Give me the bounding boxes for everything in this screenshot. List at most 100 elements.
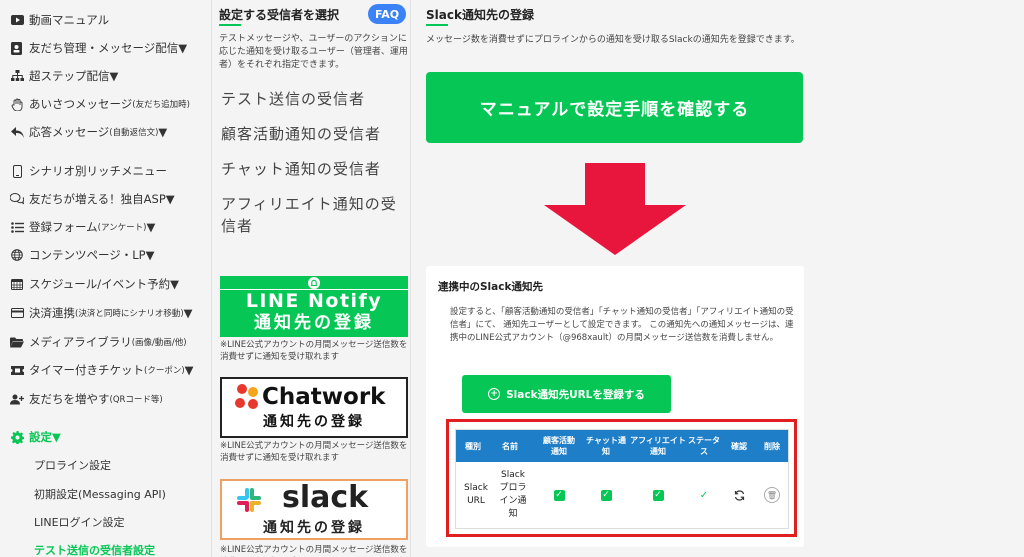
sidebar-sub-line-login[interactable]: LINEログイン設定 xyxy=(34,514,125,530)
sidebar-item-content-page[interactable]: コンテンツページ・LP▼ xyxy=(10,247,154,263)
chat-checkbox[interactable]: ✓ xyxy=(586,462,626,528)
chatwork-banner-title: Chatwork xyxy=(262,384,386,410)
checkbox-checked-icon: ✓ xyxy=(652,489,664,501)
sidebar-item-label: 友だちが増える！独自ASP▼ xyxy=(29,192,175,206)
slack-banner[interactable]: slack 通知先の登録 xyxy=(220,479,408,540)
sidebar-item-friends[interactable]: 友だち管理・メッセージ配信▼ xyxy=(10,40,187,56)
recipient-chat[interactable]: チャット通知の受信者 xyxy=(221,158,411,180)
chatwork-banner[interactable]: Chatwork 通知先の登録 xyxy=(220,377,408,438)
manual-button[interactable]: マニュアルで設定手順を確認する xyxy=(426,72,803,143)
sidebar-item-label: 超ステップ配信▼ xyxy=(29,69,119,83)
calendar-icon xyxy=(10,277,24,291)
sidebar-item-greeting[interactable]: あいさつメッセージ (友だち追加時) xyxy=(10,96,190,112)
sidebar-item-note: (自動返信文) xyxy=(109,128,159,138)
sidebar-item-label: 応答メッセージ xyxy=(29,125,110,139)
sidebar-item-auto-reply[interactable]: 応答メッセージ (自動返信文) ▼ xyxy=(10,124,167,140)
row-name: Slack プロライン通知 xyxy=(499,470,527,519)
sidebar-item-label: 決済連携 xyxy=(29,306,75,320)
sidebar-item-step[interactable]: 超ステップ配信▼ xyxy=(10,68,118,84)
slack-banner-subtitle: 通知先の登録 xyxy=(263,520,365,536)
hand-icon xyxy=(10,97,24,111)
ticket-icon xyxy=(10,363,24,377)
register-slack-url-button[interactable]: + Slack通知先URLを登録する xyxy=(462,375,671,413)
sidebar-item-asp[interactable]: 友だちが増える！独自ASP▼ xyxy=(10,191,175,207)
youtube-icon xyxy=(10,13,24,27)
recipient-customer-activity[interactable]: 顧客活動通知の受信者 xyxy=(221,123,411,145)
delete-button[interactable]: 🗑 xyxy=(756,462,788,528)
sidebar-item-note: (QRコード等) xyxy=(109,395,163,405)
line-notify-banner-subtitle: 通知先の登録 xyxy=(254,313,374,333)
sidebar-item-form[interactable]: 登録フォーム (アンケート) ▼ xyxy=(10,219,155,235)
status-ok: ✓ xyxy=(688,462,720,528)
line-notify-banner-title: LINE Notify xyxy=(245,290,383,312)
slack-logo-icon xyxy=(237,488,261,512)
confirm-button[interactable] xyxy=(722,462,756,528)
sidebar-item-settings[interactable]: 設定▼ xyxy=(10,429,61,445)
sidebar-item-label: 友だちを増やす xyxy=(29,392,110,406)
affiliate-checkbox[interactable]: ✓ xyxy=(630,462,686,528)
sidebar-item-media-library[interactable]: メディアライブラリ (画像/動画/他) xyxy=(10,334,187,350)
sidebar-item-schedule[interactable]: スケジュール/イベント予約▼ xyxy=(10,276,179,292)
customer-activity-checkbox[interactable]: ✓ xyxy=(540,462,578,528)
sidebar-item-label: 友だち管理・メッセージ配信▼ xyxy=(29,41,188,55)
page-description: メッセージ数を消費せずにプロラインからの通知を受け取るSlackの通知先を登録で… xyxy=(426,35,800,45)
card-description: 設定すると、「顧客活動通知の受信者」「チャット通知の受信者」「アフィリエイト通知… xyxy=(450,307,794,343)
col-status: ステータス xyxy=(688,436,720,456)
folder-icon xyxy=(10,335,24,349)
sitemap-icon xyxy=(10,69,24,83)
panel-title: 設定する受信者を選択 xyxy=(219,8,340,22)
sidebar-item-note: (アンケート) xyxy=(97,223,147,233)
sidebar-item-label: コンテンツページ・LP▼ xyxy=(29,248,155,262)
col-chat: チャット通知 xyxy=(586,436,626,456)
globe-icon xyxy=(10,248,24,262)
sidebar-sub-initial-settings[interactable]: 初期設定(Messaging API) xyxy=(34,486,166,502)
sidebar-item-rich-menu[interactable]: シナリオ別リッチメニュー xyxy=(10,163,167,179)
slack-registration-panel: Slack通知先の登録 メッセージ数を消費せずにプロラインからの通知を受け取るS… xyxy=(412,0,1024,557)
sidebar-item-ticket[interactable]: タイマー付きチケット (クーポン) ▼ xyxy=(10,362,194,378)
recipient-affiliate[interactable]: アフィリエイト通知の受信者 xyxy=(221,193,411,237)
col-type: 種別 xyxy=(465,441,481,451)
faq-button[interactable]: FAQ xyxy=(368,4,406,24)
title-underline xyxy=(426,24,448,26)
sidebar-item-note: (決済と同時にシナリオ移動) xyxy=(75,309,184,319)
highlight-frame: 種別 名前 顧客活動通知 チャット通知 アフィリエイト通知 ステータス 確認 削… xyxy=(446,419,797,537)
recipient-test-send[interactable]: テスト送信の受信者 xyxy=(221,88,411,110)
sidebar-item-payment[interactable]: 決済連携 (決済と同時にシナリオ移動) ▼ xyxy=(10,305,193,321)
sidebar-item-note: (クーポン) xyxy=(144,366,185,376)
slack-banner-title: slack xyxy=(282,480,369,515)
col-name: 名前 xyxy=(502,441,518,451)
sidebar-item-video-manual[interactable]: 動画マニュアル xyxy=(10,12,109,28)
sidebar-sub-proline-settings[interactable]: プロライン設定 xyxy=(34,457,111,473)
sidebar-item-label: あいさつメッセージ xyxy=(29,97,133,111)
chatwork-logo-icon xyxy=(235,384,258,409)
dropdown-marker: ▼ xyxy=(183,306,193,320)
sidebar-item-note: (友だち追加時) xyxy=(132,100,190,110)
table-header: 種別 名前 顧客活動通知 チャット通知 アフィリエイト通知 ステータス 確認 削… xyxy=(456,430,788,462)
checkbox-checked-icon: ✓ xyxy=(553,489,565,501)
gear-icon xyxy=(10,430,24,444)
sidebar-item-label: シナリオ別リッチメニュー xyxy=(29,164,167,178)
title-underline xyxy=(219,24,241,26)
dropdown-marker: ▼ xyxy=(146,220,156,234)
sidebar-item-label: タイマー付きチケット xyxy=(29,363,144,377)
chatwork-banner-subtitle: 通知先の登録 xyxy=(263,414,365,430)
recipient-selector-panel: 設定する受信者を選択 FAQ テストメッセージや、ユーザーのアクションに応じた通… xyxy=(213,0,411,557)
down-arrow-icon xyxy=(544,163,686,255)
line-notify-note: ※LINE公式アカウントの月間メッセージ送信数を消費せずに通知を受け取れます xyxy=(220,340,408,362)
col-customer-activity: 顧客活動通知 xyxy=(543,436,575,456)
sidebar-item-add-friends[interactable]: 友だちを増やす (QRコード等) xyxy=(10,391,163,407)
panel-description: テストメッセージや、ユーザーのアクションに応じた通知を受け取るユーザー（管理者、… xyxy=(219,34,408,70)
sidebar-item-label: スケジュール/イベント予約▼ xyxy=(29,277,179,291)
sidebar-sub-test-recipient[interactable]: テスト送信の受信者設定 xyxy=(34,542,155,557)
page-title: Slack通知先の登録 xyxy=(426,8,534,22)
slack-table: 種別 名前 顧客活動通知 チャット通知 アフィリエイト通知 ステータス 確認 削… xyxy=(455,429,789,529)
button-label: Slack通知先URLを登録する xyxy=(506,388,645,401)
col-delete: 削除 xyxy=(764,441,780,451)
card-title: 連携中のSlack通知先 xyxy=(438,281,543,293)
slack-note: ※LINE公式アカウントの月間メッセージ送信数を消費せずに通知を受け取れます xyxy=(220,545,408,555)
line-notify-banner[interactable]: LINE Notify 通知先の登録 xyxy=(220,276,408,337)
sidebar-item-label: 設定▼ xyxy=(29,430,61,444)
plus-circle-icon: + xyxy=(488,388,501,400)
refresh-icon xyxy=(734,489,744,501)
slack-connection-card: 連携中のSlack通知先 設定すると、「顧客活動通知の受信者」「チャット通知の受… xyxy=(426,266,804,547)
